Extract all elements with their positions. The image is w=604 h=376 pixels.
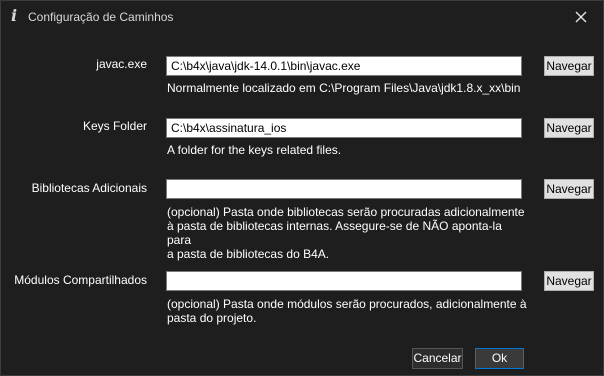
shared-modules-label: Módulos Compartilhados (14, 273, 147, 287)
help-line: (opcional) Pasta onde módulos serão proc… (167, 297, 527, 311)
javac-label: javac.exe (96, 57, 147, 71)
shared-modules-input[interactable] (166, 271, 522, 291)
ok-button[interactable]: Ok (475, 348, 524, 369)
shared-modules-browse-button[interactable]: Navegar (544, 271, 594, 291)
help-line: pasta do projeto. (167, 311, 257, 325)
shared-modules-help-text: (opcional) Pasta onde módulos serão proc… (167, 297, 527, 325)
keys-folder-input[interactable]: C:\b4x\assinatura_ios (166, 118, 522, 138)
info-i-icon: i (11, 6, 18, 25)
title-bar[interactable]: i Configuração de Caminhos (1, 1, 603, 32)
javac-browse-button[interactable]: Navegar (544, 56, 594, 76)
keys-folder-browse-button[interactable]: Navegar (544, 118, 594, 138)
close-icon (575, 11, 587, 23)
additional-libraries-input[interactable] (166, 179, 522, 199)
javac-help-text: Normalmente localizado em C:\Program Fil… (167, 81, 521, 95)
paths-config-dialog: i Configuração de Caminhos javac.exe C:\… (0, 0, 604, 376)
additional-libraries-browse-button[interactable]: Navegar (544, 179, 594, 199)
keys-folder-label: Keys Folder (82, 119, 147, 133)
dialog-title: Configuração de Caminhos (28, 10, 174, 24)
help-line: a pasta de bibliotecas do B4A. (167, 247, 330, 261)
cancel-button[interactable]: Cancelar (412, 348, 463, 369)
keys-folder-help-text: A folder for the keys related files. (167, 143, 342, 157)
help-line: (opcional) Pasta onde bibliotecas serão … (167, 205, 525, 219)
close-button[interactable] (561, 3, 601, 31)
help-line: à pasta de bibliotecas internas. Assegur… (167, 219, 502, 247)
javac-path-input[interactable]: C:\b4x\java\jdk-14.0.1\bin\javac.exe (166, 56, 522, 76)
additional-libraries-label: Bibliotecas Adicionais (31, 181, 147, 195)
additional-libraries-help-text: (opcional) Pasta onde bibliotecas serão … (167, 205, 527, 261)
